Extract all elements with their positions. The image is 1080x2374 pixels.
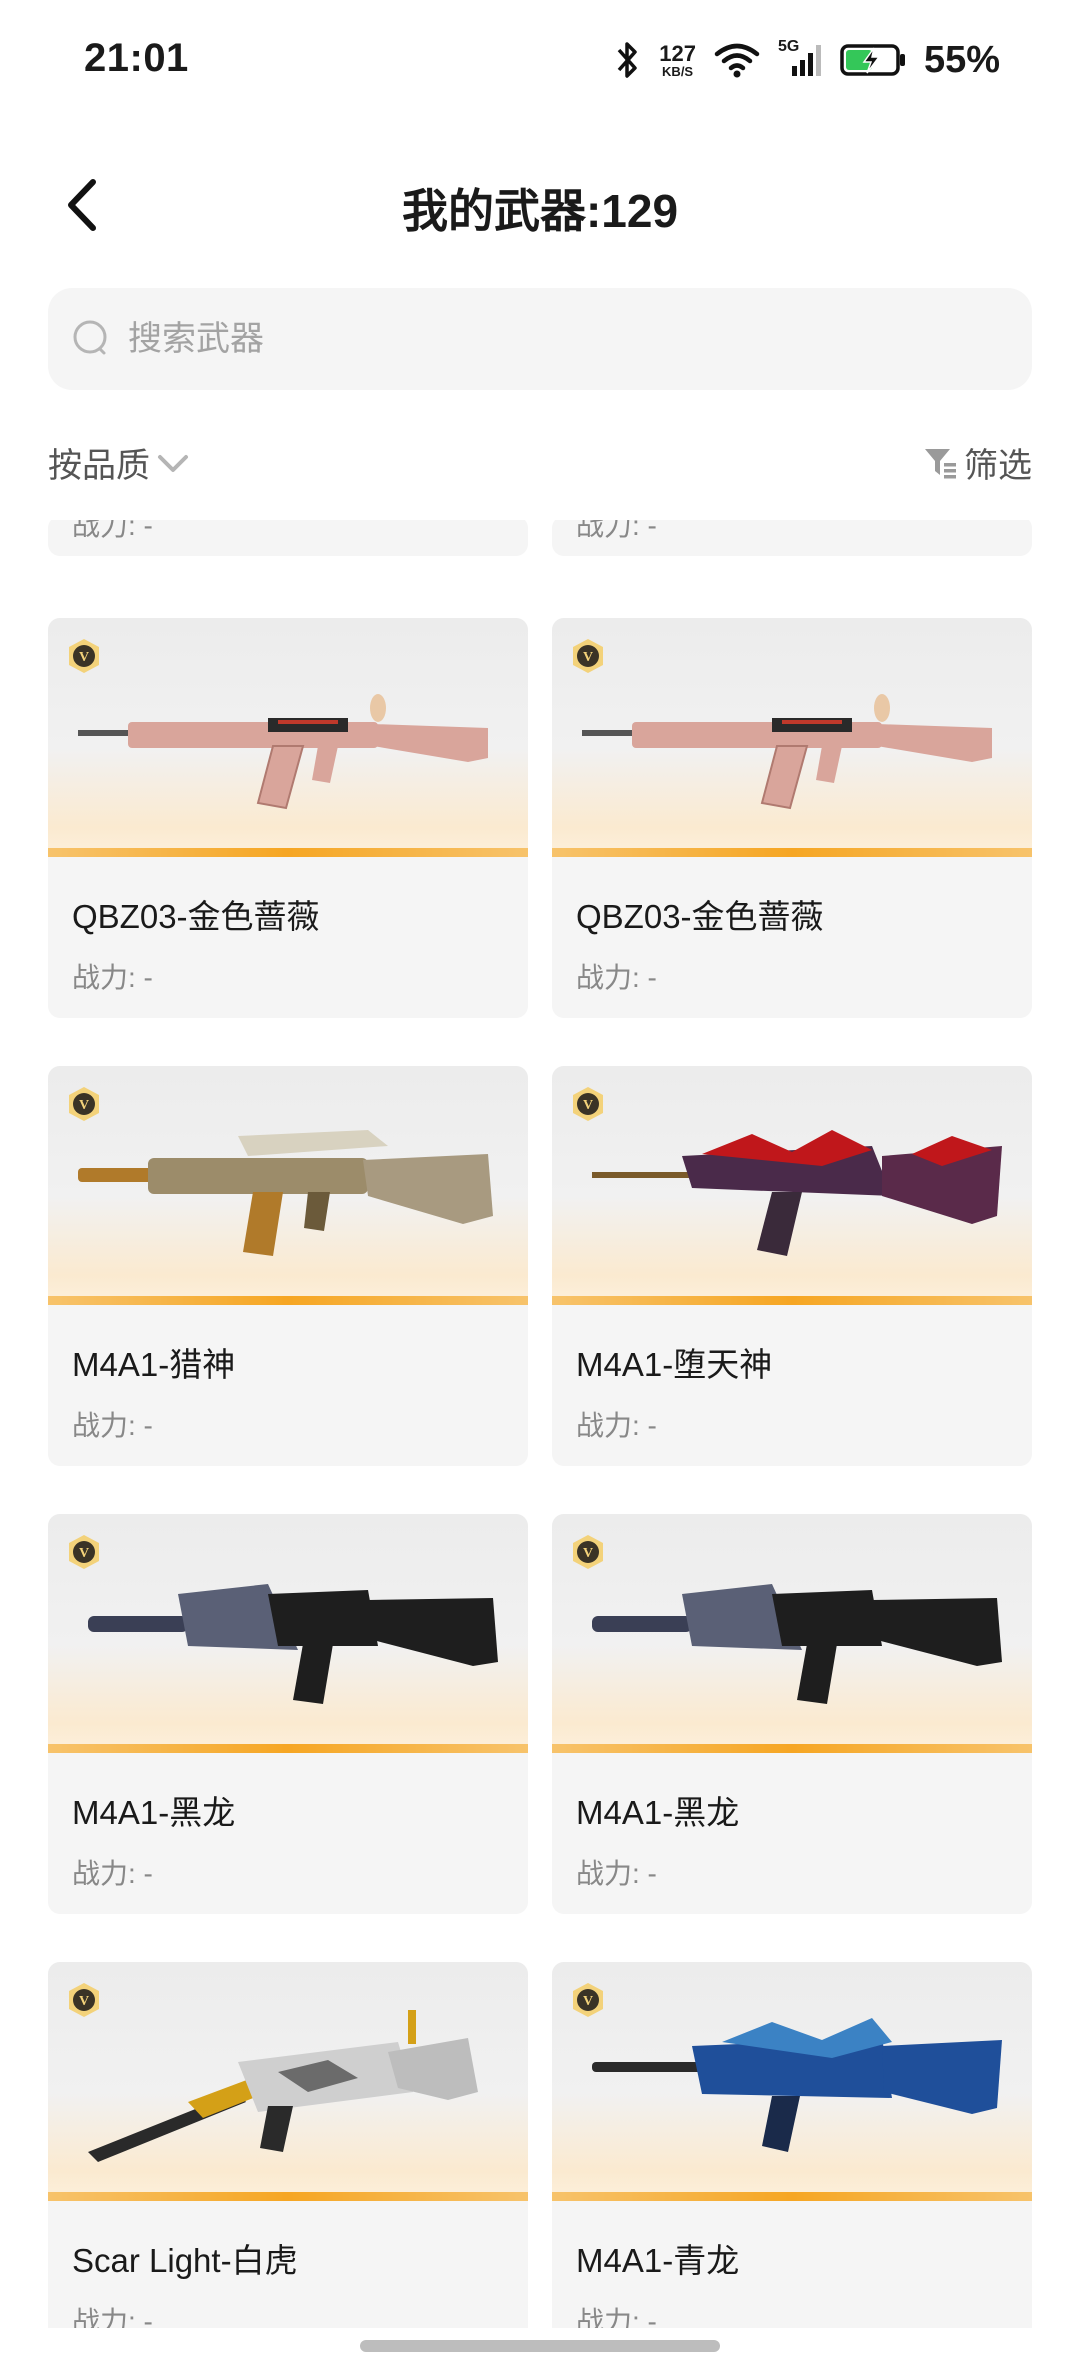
signal-icon: 5G [778,38,822,80]
weapon-name: M4A1-黑龙 [72,1794,236,1831]
rifle-icon [582,694,992,810]
net-speed-unit: KB/S [662,63,694,79]
weapon-card[interactable]: V M4A1-青龙 战力: - [552,1962,1032,2328]
filter-button[interactable]: 筛选 [922,438,1032,487]
weapon-card[interactable]: V M4A1-黑龙 战力: - [552,1514,1032,1914]
chevron-down-icon [158,454,188,472]
search-input[interactable] [126,318,990,360]
weapon-power: 战力: - [576,1410,657,1441]
quality-bar [48,1296,528,1305]
weapon-card[interactable]: V QBZ03-金色蔷薇 战力: - [552,618,1032,1018]
weapon-image-area: V [552,1514,1032,1753]
weapon-name: M4A1-堕天神 [576,1346,773,1383]
status-bar: 21:01 127 KB/S 5G 55% [0,0,1080,120]
search-icon [73,320,107,355]
weapon-card[interactable]: V QBZ03-金色蔷薇 战力: - [48,618,528,1018]
weapon-name: M4A1-黑龙 [576,1794,740,1831]
weapon-power: 战力: - [576,962,657,993]
sort-by-quality-dropdown[interactable]: 按品质 [48,438,190,487]
page-title: 我的武器:129 [401,185,679,237]
wifi-icon [714,43,760,78]
bluetooth-icon [617,42,637,78]
quality-bar [48,2192,528,2201]
weapon-power: 战力: - [576,2306,657,2328]
battery-percent: 55% [923,38,1000,81]
weapon-card[interactable]: V M4A1-堕天神 战力: - [552,1066,1032,1466]
rifle-icon [88,1584,498,1704]
page-header: 我的武器:129 [0,150,1080,260]
weapon-power: 战力: - [72,1858,153,1889]
net-speed-value: 127 [659,40,696,66]
rifle-icon [88,2010,478,2162]
rifle-icon [592,1130,1002,1256]
weapon-name: M4A1-猎神 [72,1346,236,1383]
quality-bar [552,2192,1032,2201]
weapon-image-area: V [552,1066,1032,1305]
home-indicator[interactable] [360,2340,720,2352]
weapon-power: 战力: - [72,1410,153,1441]
weapon-name: QBZ03-金色蔷薇 [576,898,824,935]
weapon-image-area: V [48,618,528,857]
weapon-image-area: V [48,1066,528,1305]
weapon-image-area: V [552,618,1032,857]
status-icons: 127 KB/S 5G 55% [615,30,1000,90]
weapon-power: 战力: - [576,1858,657,1889]
filter-row: 按品质 筛选 [48,438,1032,492]
weapon-card[interactable]: V M4A1-黑龙 战力: - [48,1514,528,1914]
rifle-icon [78,1130,493,1256]
quality-bar [552,848,1032,857]
quality-bar [48,848,528,857]
weapon-card[interactable]: 战力: - [48,520,528,556]
status-time: 21:01 [84,36,189,80]
weapon-power: 战力: - [576,520,657,541]
filter-icon [925,448,956,478]
weapon-power: 战力: - [72,962,153,993]
quality-bar [552,1744,1032,1753]
weapon-card[interactable]: V M4A1-猎神 战力: - [48,1066,528,1466]
weapon-image-area: V [552,1962,1032,2201]
quality-bar [48,1744,528,1753]
weapon-image-area: V [48,1514,528,1753]
battery-charging-icon [840,44,905,76]
rifle-icon [592,1584,1002,1704]
weapon-name: M4A1-青龙 [576,2242,740,2279]
weapon-card[interactable]: 战力: - [552,520,1032,556]
weapon-power: 战力: - [72,520,153,541]
weapon-power: 战力: - [72,2306,153,2328]
rifle-icon [78,694,488,810]
quality-bar [552,1296,1032,1305]
rifle-icon [592,2018,1002,2152]
weapon-name: QBZ03-金色蔷薇 [72,898,320,935]
weapon-name: Scar Light-白虎 [72,2242,298,2279]
filter-label: 筛选 [964,447,1032,485]
sort-label: 按品质 [48,447,150,485]
weapon-card[interactable]: V Scar Light-白虎 战力: - [48,1962,528,2328]
search-bar[interactable] [48,288,1032,390]
weapon-grid: 战力: - 战力: - V QBZ03-金色蔷薇 战力: - V QBZ03-金… [0,520,1080,2328]
net-speed: 127 KB/S [659,40,696,79]
weapon-image-area: V [48,1962,528,2201]
